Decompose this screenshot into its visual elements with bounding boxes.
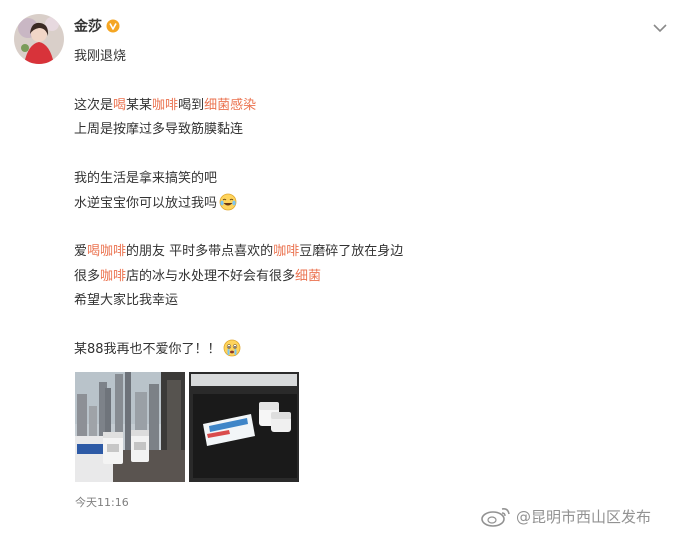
post-text: 爱 <box>74 244 88 260</box>
keyword-link[interactable]: 喝 <box>87 244 100 259</box>
author-name[interactable]: 金莎 <box>74 16 120 36</box>
keyword-link[interactable]: 咖啡 <box>273 244 299 259</box>
post-text: 水逆宝宝你可以放过我吗 <box>74 195 218 211</box>
post-photo-skyline[interactable] <box>75 372 185 482</box>
post-text-line: 水逆宝宝你可以放过我吗 <box>74 192 403 216</box>
post-tagline: 我刚退烧 <box>74 49 127 64</box>
post-timestamp[interactable]: 今天11:16 <box>75 494 129 510</box>
post-text: 店的冰与水处理不好会有很多 <box>126 268 296 284</box>
keyword-link[interactable]: 咖啡 <box>100 269 126 284</box>
keyword-link[interactable]: 咖啡 <box>100 244 126 259</box>
post-text-line: 希望大家比我幸运 <box>74 289 403 313</box>
avatar[interactable] <box>14 14 64 64</box>
verified-badge-icon <box>106 19 120 33</box>
post-text-line: 上周是按摩过多导致筋膜黏连 <box>74 118 403 142</box>
weibo-logo-icon <box>480 505 512 527</box>
post-body: 这次是喝某某咖啡喝到细菌感染 上周是按摩过多导致筋膜黏连 我的生活是拿来搞笑的吧 水逆… <box>74 94 403 362</box>
post-text: 我的生活是拿来搞笑的吧 <box>74 171 218 187</box>
weibo-post-card: 金莎 我刚退烧 这次是喝某某咖啡喝到细菌感染 上周是按摩过多导致筋膜黏连 我的生活是… <box>0 0 686 535</box>
post-text-line: 很多咖啡店的冰与水处理不好会有很多细菌 <box>74 265 403 289</box>
post-text-line: 这次是喝某某咖啡喝到细菌感染 <box>74 94 403 118</box>
post-text-line: 爱喝咖啡的朋友 平时多带点喜欢的咖啡豆磨碎了放在身边 <box>74 240 403 264</box>
keyword-link[interactable]: 细菌 <box>295 269 321 284</box>
post-text: 希望大家比我幸运 <box>74 293 179 309</box>
post-text: 某某 <box>126 98 153 113</box>
watermark-text: @昆明市西山区发布 <box>516 507 652 526</box>
chevron-down-icon[interactable] <box>651 20 669 34</box>
post-text: 豆磨碎了放在身边 <box>299 244 404 260</box>
crying-emoji-icon <box>223 339 241 357</box>
watermark: @昆明市西山区发布 <box>480 505 651 527</box>
post-text: 上周是按摩过多导致筋膜黏连 <box>74 122 244 138</box>
laugh-cry-emoji-icon <box>219 193 237 211</box>
post-text: 这次是 <box>74 98 114 113</box>
keyword-link[interactable]: 咖啡 <box>152 98 178 113</box>
keyword-link[interactable]: 细菌 <box>204 98 230 113</box>
post-text: 某88我再也不爱你了！！ <box>74 341 221 357</box>
post-text-line: 我的生活是拿来搞笑的吧 <box>74 167 403 191</box>
keyword-link[interactable]: 感染 <box>230 98 256 113</box>
keyword-link[interactable]: 喝 <box>113 98 126 113</box>
post-text: 喝到 <box>178 98 205 113</box>
post-text: 很多 <box>74 268 101 284</box>
post-text-line: 某88我再也不爱你了！！ <box>74 338 403 362</box>
author-name-text[interactable]: 金莎 <box>74 16 102 36</box>
post-photo-medicine[interactable] <box>189 372 299 482</box>
post-text: 的朋友 平时多带点喜欢的 <box>126 244 274 260</box>
